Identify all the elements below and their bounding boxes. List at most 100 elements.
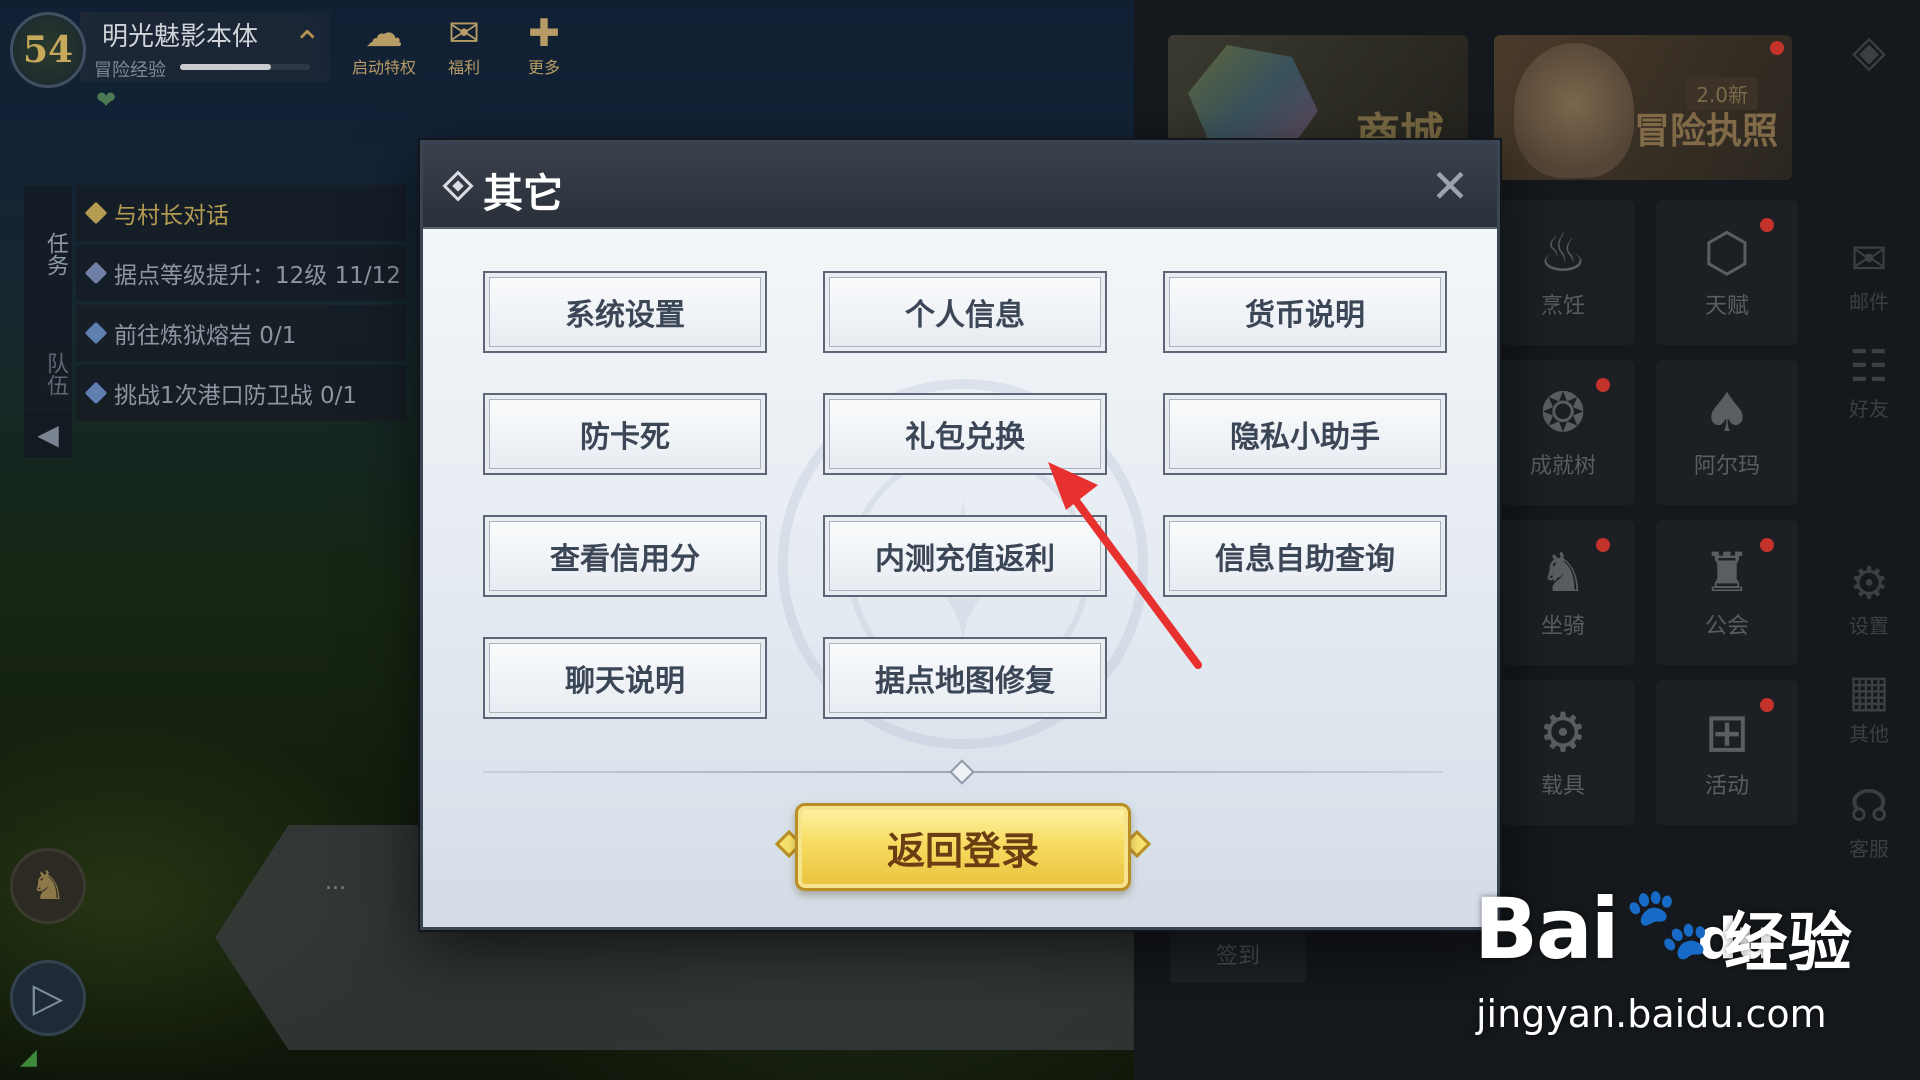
jingyan-logo-text: 经验 — [1724, 907, 1852, 981]
gift-code-redeem-button[interactable]: 礼包兑换 — [823, 393, 1107, 475]
tile-alma[interactable]: ♠ 阿尔玛 — [1656, 360, 1798, 505]
beta-recharge-rebate-button[interactable]: 内测充值返利 — [823, 515, 1107, 597]
quest-text: 挑战1次港口防卫战 0/1 — [114, 383, 357, 409]
sign-in-button[interactable]: 签到 — [1170, 925, 1306, 983]
quest-text: 与村长对话 — [114, 203, 229, 229]
tab-tasks[interactable]: 任务 — [24, 185, 72, 305]
paw-logo-icon: 🐾 — [1624, 882, 1712, 964]
side-label: 邮件 — [1849, 290, 1889, 314]
tile-talent[interactable]: ⬡ 天赋 — [1656, 200, 1798, 345]
credit-score-button[interactable]: 查看信用分 — [483, 515, 767, 597]
other-icon: ▦ — [1848, 666, 1890, 717]
side-settings-button[interactable]: ⚙ 设置 — [1834, 562, 1904, 639]
tile-label: 阿尔玛 — [1693, 453, 1760, 479]
hud-button-label: 启动特权 — [351, 58, 416, 77]
quest-item[interactable]: 前往炼狱熔岩 0/1 — [76, 305, 406, 361]
stronghold-map-repair-button[interactable]: 据点地图修复 — [823, 637, 1107, 719]
gift-box-icon: ⊞ — [1704, 700, 1750, 764]
side-label: 客服 — [1849, 837, 1889, 861]
diamond-icon — [442, 170, 474, 202]
privacy-assistant-button[interactable]: 隐私小助手 — [1163, 393, 1447, 475]
mount-button[interactable]: ♞ — [10, 848, 86, 924]
xp-bar — [180, 64, 310, 70]
player-name: 明光魅影本体 — [102, 22, 259, 52]
achievement-icon: ❂ — [1540, 380, 1586, 444]
tile-label: 活动 — [1704, 773, 1749, 799]
chat-info-button[interactable]: 聊天说明 — [483, 637, 767, 719]
license-banner-title: 冒险执照 — [1633, 111, 1778, 152]
horse-icon: ♞ — [30, 863, 66, 909]
side-expand-button[interactable]: ◈ — [1834, 30, 1904, 74]
quest-marker-icon — [84, 381, 108, 405]
quest-text: 前往炼狱熔岩 0/1 — [114, 323, 297, 349]
info-self-query-button[interactable]: 信息自助查询 — [1163, 515, 1447, 597]
collapse-arrow-icon[interactable]: ◀ — [24, 412, 72, 458]
castle-icon: ♜ — [1702, 540, 1752, 604]
anti-freeze-button[interactable]: 防卡死 — [483, 393, 767, 475]
level-badge[interactable]: 54 — [10, 12, 86, 88]
auto-play-button[interactable]: ▷ — [10, 960, 86, 1036]
heart-icon: ❤ — [96, 86, 117, 114]
side-label: 设置 — [1849, 614, 1889, 638]
quest-item[interactable]: 挑战1次港口防卫战 0/1 — [76, 365, 406, 421]
tile-label: 天赋 — [1704, 293, 1749, 319]
tile-label: 成就树 — [1529, 453, 1596, 479]
notification-dot — [1596, 538, 1610, 552]
wechat-icon: ☁ — [365, 11, 403, 55]
tile-vehicle[interactable]: ⚙ 载具 — [1492, 680, 1634, 825]
tile-label: 公会 — [1704, 613, 1749, 639]
personal-info-button[interactable]: 个人信息 — [823, 271, 1107, 353]
gear-icon: ⚙ — [1849, 558, 1889, 609]
xp-bar-fill — [180, 64, 271, 70]
support-icon: ☊ — [1849, 781, 1889, 832]
license-banner[interactable]: 2.0新 冒险执照 — [1494, 35, 1792, 180]
more-grid-icon: ✚ — [528, 11, 560, 55]
quest-marker-icon — [84, 321, 108, 345]
side-label: 好友 — [1849, 397, 1889, 421]
hud-welfare-button[interactable]: ✉ 福利 — [424, 14, 504, 78]
baidu-jingyan-watermark: Bai__du 🐾 经验 jingyan.baidu.com — [1474, 880, 1894, 1040]
xp-label: 冒险经验 — [94, 60, 166, 81]
tile-achievement[interactable]: ❂ 成就树 — [1492, 360, 1634, 505]
tile-mount[interactable]: ♞ 坐骑 — [1492, 520, 1634, 665]
quest-item[interactable]: 据点等级提升：12级 11/12 — [76, 245, 406, 301]
rank-chevron-icon: ⌃ — [293, 24, 322, 64]
elf-portrait-icon — [1514, 43, 1634, 178]
flame-spirit-icon: ♠ — [1702, 380, 1752, 444]
other-dialog: 其它 ✕ 系统设置 个人信息 货币说明 防卡死 礼包兑换 隐私小助手 查看信用分… — [420, 140, 1500, 930]
tile-label: 坐骑 — [1540, 613, 1585, 639]
return-to-login-button[interactable]: 返回登录 — [795, 803, 1131, 891]
quest-item[interactable]: 与村长对话 — [76, 185, 406, 241]
tile-label: 烹饪 — [1540, 293, 1585, 319]
side-support-button[interactable]: ☊ 客服 — [1834, 785, 1904, 862]
side-friends-button[interactable]: ☷ 好友 — [1834, 345, 1904, 422]
hud-more-button[interactable]: ✚ 更多 — [504, 14, 584, 78]
horse-icon: ♞ — [1538, 540, 1588, 604]
hud-button-label: 福利 — [447, 58, 480, 77]
quest-marker-icon — [84, 201, 108, 225]
tile-event[interactable]: ⊞ 活动 — [1656, 680, 1798, 825]
brand-prefix: Bai — [1474, 880, 1620, 978]
hud-privilege-button[interactable]: ☁ 启动特权 — [344, 14, 424, 78]
tab-team[interactable]: 队伍 — [24, 305, 72, 425]
talent-icon: ⬡ — [1703, 220, 1751, 284]
dialog-body: 系统设置 个人信息 货币说明 防卡死 礼包兑换 隐私小助手 查看信用分 内测充值… — [423, 229, 1497, 927]
currency-info-button[interactable]: 货币说明 — [1163, 271, 1447, 353]
mail-icon: ✉ — [1850, 234, 1888, 285]
divider-diamond-icon — [949, 759, 975, 785]
side-other-button[interactable]: ▦ 其他 — [1834, 670, 1904, 747]
close-button[interactable]: ✕ — [1417, 153, 1483, 219]
dialog-header: 其它 ✕ — [423, 143, 1497, 229]
quest-list: 与村长对话 据点等级提升：12级 11/12 前往炼狱熔岩 0/1 挑战1次港口… — [76, 185, 406, 425]
system-settings-button[interactable]: 系统设置 — [483, 271, 767, 353]
cooking-pot-icon: ♨ — [1538, 220, 1588, 284]
side-label: 其他 — [1849, 722, 1889, 746]
notification-dot — [1770, 41, 1784, 55]
tile-cooking[interactable]: ♨ 烹饪 — [1492, 200, 1634, 345]
watermark-url: jingyan.baidu.com — [1476, 992, 1827, 1036]
dialog-title: 其它 — [483, 171, 563, 217]
notification-dot — [1760, 218, 1774, 232]
tile-guild[interactable]: ♜ 公会 — [1656, 520, 1798, 665]
play-icon: ▷ — [32, 975, 64, 1021]
side-mail-button[interactable]: ✉ 邮件 — [1834, 238, 1904, 315]
